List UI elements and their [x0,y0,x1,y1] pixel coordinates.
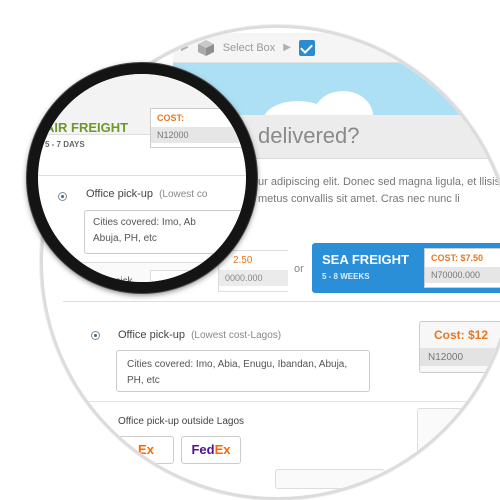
office-pickup-cost-box: Cost: $12 N12000 [419,321,500,373]
air-freight-cost-box: COST: N12000 [150,108,246,148]
fedex-logo-ex: Ex [138,442,154,457]
magnified-cities-box: Cities covered: Imo, Ab Abuja, PH, etc [84,210,246,254]
magnified-office-pickup-radio[interactable] [58,192,67,201]
office-pickup-text: Office pick-up [118,329,186,341]
chevron-right-icon: ▶ [283,42,291,53]
sea-cost-value: N70000.000 [425,267,500,283]
office-pickup-cost: Cost: $12 [434,328,489,342]
chevron-right-icon: ▶ [181,42,189,53]
office-pickup-subtext: (Lowest cost-Lagos) [191,330,282,341]
office-pickup-cost-value: N12000 [420,348,500,366]
fedex-logo-ex: Ex [214,442,231,457]
fedex-option-2[interactable]: FedEx [181,436,241,464]
magnified-content: AIR FREIGHT 5 - 7 DAYS COST: N12000 Offi… [38,74,246,282]
stage: ▶ Select Box ▶ delivered? ur adipiscing … [0,0,500,500]
air-freight-duration: 5 - 7 DAYS [45,140,85,149]
panel-divider [63,301,500,302]
breadcrumb: ▶ Select Box ▶ [173,33,500,63]
or-separator: or [294,263,304,275]
cities-covered-box: Cities covered: Imo, Abia, Enugu, Ibanda… [116,350,370,392]
bottom-option-box [275,469,385,489]
magnified-cities-line-1: Cities covered: Imo, Ab [93,217,196,228]
fedex-option-1[interactable]: Ex [118,436,174,464]
magnifier-lens: AIR FREIGHT 5 - 7 DAYS COST: N12000 Offi… [27,63,257,293]
sea-freight-duration: 5 - 8 WEEKS [322,272,370,281]
magnified-office-pickup-text: Office pick-up [86,188,154,200]
sea-freight-cost-box: COST: $7.50 N70000.000 [424,248,500,288]
magnified-office-pickup-subtext: (Lowest co [159,189,208,200]
office-pickup-label: Office pick-up (Lowest cost-Lagos) [118,329,281,341]
outside-lagos-cost-box [417,408,500,468]
breadcrumb-select-box[interactable]: Select Box [223,42,276,54]
office-pickup-radio[interactable] [91,331,100,340]
description-text: ur adipiscing elit. Donec sed magna ligu… [258,176,500,205]
sea-cost-label: COST: $7.50 [431,253,484,263]
sea-freight-tab[interactable]: SEA FREIGHT 5 - 8 WEEKS COST: $7.50 N700… [312,243,500,293]
outside-lagos-label: Office pick-up outside Lagos [118,416,245,427]
box-icon [197,39,214,56]
air-cost-value: N12000 [151,127,246,143]
air-cost-label: COST: [157,113,184,123]
sea-freight-title: SEA FREIGHT [322,252,409,267]
page-heading: delivered? [258,123,360,148]
magnified-office-pickup-label: Office pick-up (Lowest co [86,188,207,200]
section-divider [63,401,500,402]
fedex-logo-fed: Fed [191,442,215,457]
magnified-divider [38,175,246,176]
air-freight-title: AIR FREIGHT [45,120,129,135]
checkmark-step-icon[interactable] [299,39,315,56]
magnified-cities-line-2: Abuja, PH, etc [93,233,157,244]
